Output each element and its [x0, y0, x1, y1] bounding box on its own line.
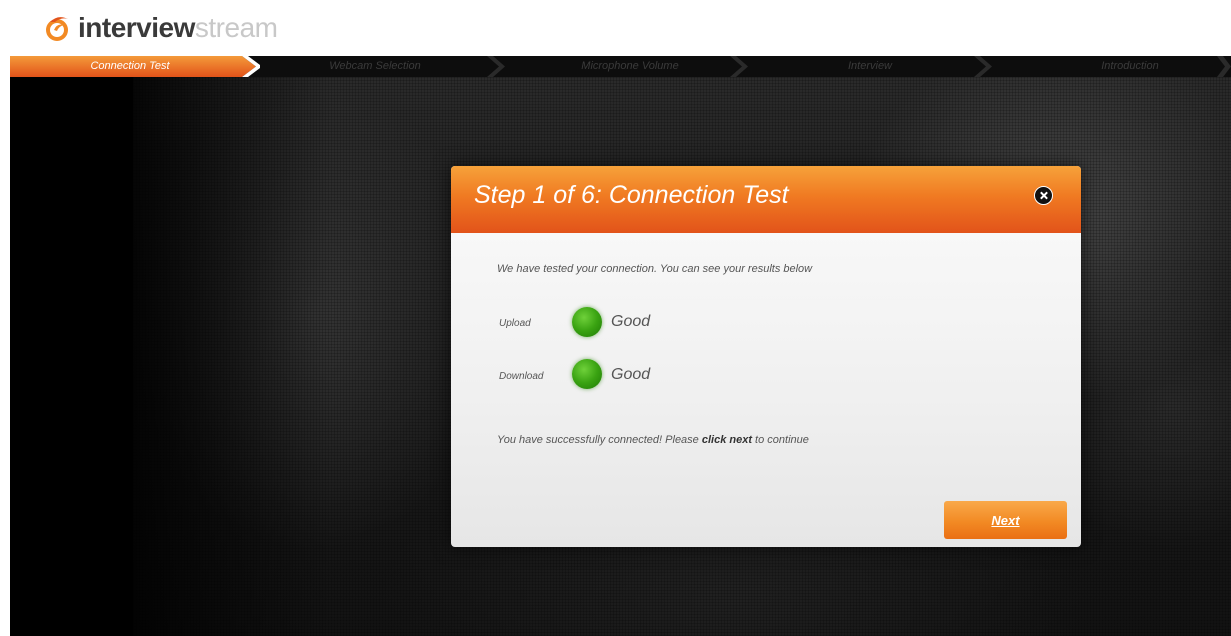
download-status: Good: [611, 366, 651, 383]
connection-test-dialog: Step 1 of 6: Connection Test We have tes…: [451, 166, 1081, 547]
step-separator-icon: [730, 56, 748, 77]
upload-status: Good: [611, 313, 651, 330]
success-message-suffix: to continue: [752, 434, 809, 446]
logo[interactable]: interview stream: [44, 10, 278, 46]
next-button[interactable]: Next: [944, 501, 1067, 539]
brand-name-light: stream: [194, 12, 278, 43]
step-webcam-selection[interactable]: Webcam Selection: [300, 56, 450, 77]
success-message-prefix: You have successfully connected! Please: [497, 434, 702, 446]
step-microphone-volume[interactable]: Microphone Volume: [555, 56, 705, 77]
upload-label: Upload: [499, 318, 531, 329]
logo-swirl-icon: [44, 13, 74, 43]
upload-status-indicator-icon: [572, 307, 602, 337]
step-introduction[interactable]: Introduction: [1055, 56, 1205, 77]
step-separator-icon: [1217, 56, 1231, 77]
background-vignette: [133, 77, 333, 636]
left-black-panel: [10, 77, 133, 636]
dialog-header: Step 1 of 6: Connection Test: [451, 166, 1081, 233]
step-separator-icon: [974, 56, 992, 77]
step-separator-icon: [487, 56, 505, 77]
close-icon[interactable]: [1034, 186, 1053, 205]
success-message-emphasis: click next: [701, 434, 752, 446]
step-interview[interactable]: Interview: [800, 56, 940, 77]
step-connection-test[interactable]: Connection Test: [50, 56, 210, 77]
step-navigation: Connection Test Webcam Selection Microph…: [10, 56, 1231, 77]
success-message: You have successfully connected! Please …: [497, 434, 809, 446]
download-status-indicator-icon: [572, 359, 602, 389]
download-label: Download: [499, 371, 544, 382]
header: interview stream: [0, 0, 1231, 56]
brand-name-bold: interview: [78, 12, 195, 43]
dialog-title: Step 1 of 6: Connection Test: [474, 181, 789, 209]
results-intro-text: We have tested your connection. You can …: [497, 263, 813, 275]
